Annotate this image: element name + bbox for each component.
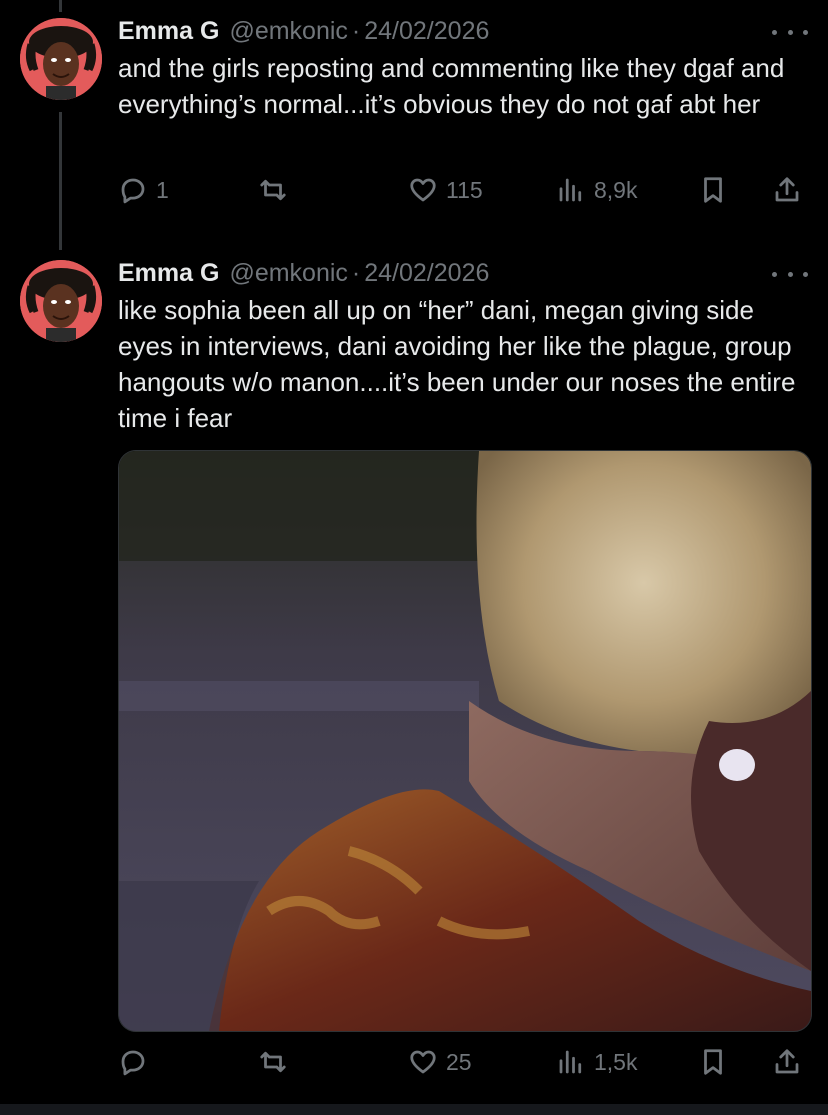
tweet-actions: 25 1,5k: [118, 1042, 808, 1082]
bookmark-button[interactable]: [698, 170, 728, 210]
repost-button[interactable]: [258, 1042, 296, 1082]
reply-count: 1: [156, 176, 169, 203]
avatar[interactable]: [20, 18, 102, 100]
tweet-header: Emma G @emkonic · 24/02/2026: [118, 256, 808, 290]
like-icon: [410, 1050, 436, 1074]
bookmark-icon: [704, 177, 722, 203]
thread-connector-top: [59, 0, 62, 12]
share-icon: [775, 177, 799, 202]
divider: [0, 1104, 828, 1115]
separator: ·: [351, 258, 361, 287]
views-count: 1,5k: [594, 1048, 638, 1075]
views-button[interactable]: 1,5k: [556, 1042, 637, 1082]
tweet-content: Emma G @emkonic · 24/02/2026 like sophia…: [118, 256, 812, 1076]
reply-icon: [121, 178, 145, 204]
tweet-header: Emma G @emkonic · 24/02/2026: [118, 14, 808, 48]
like-button[interactable]: 25: [408, 1042, 472, 1082]
share-button[interactable]: [772, 170, 802, 210]
views-icon: [559, 1050, 582, 1074]
repost-icon: [260, 1051, 286, 1073]
tweet[interactable]: Emma G @emkonic · 24/02/2026 like sophia…: [0, 256, 828, 1096]
tweet-date[interactable]: 24/02/2026: [364, 17, 489, 46]
like-count: 115: [446, 176, 483, 203]
tweet-text: and the girls reposting and commenting l…: [118, 53, 785, 119]
tweet-media-image[interactable]: [118, 450, 812, 1032]
author-handle[interactable]: @emkonic: [229, 259, 347, 288]
separator: ·: [351, 16, 361, 45]
like-count: 25: [446, 1048, 472, 1075]
repost-icon: [260, 179, 286, 201]
reply-button[interactable]: [118, 1042, 156, 1082]
tweet-content: Emma G @emkonic · 24/02/2026 and the gir…: [118, 14, 808, 204]
tweet-date[interactable]: 24/02/2026: [364, 259, 489, 288]
author-handle[interactable]: @emkonic: [229, 17, 347, 46]
share-button[interactable]: [772, 1042, 802, 1082]
author-name[interactable]: Emma G: [118, 17, 219, 46]
reply-icon: [121, 1050, 145, 1076]
reply-button[interactable]: 1: [118, 170, 169, 210]
views-button[interactable]: 8,9k: [556, 170, 637, 210]
avatar[interactable]: [20, 260, 102, 342]
more-icon[interactable]: [772, 22, 808, 42]
tweet-text: like sophia been all up on “her” dani, m…: [118, 295, 796, 433]
bookmark-button[interactable]: [698, 1042, 728, 1082]
repost-button[interactable]: [258, 170, 296, 210]
like-button[interactable]: 115: [408, 170, 483, 210]
tweet-actions: 1 115 8,9k: [118, 170, 808, 210]
more-icon[interactable]: [772, 264, 808, 284]
avatar-image: [20, 260, 102, 342]
like-icon: [410, 178, 436, 202]
avatar-image: [20, 18, 102, 100]
tweet[interactable]: Emma G @emkonic · 24/02/2026 and the gir…: [0, 14, 828, 234]
share-icon: [775, 1049, 799, 1074]
author-name[interactable]: Emma G: [118, 259, 219, 288]
media-photo: [119, 451, 811, 1031]
bookmark-icon: [704, 1049, 722, 1075]
views-count: 8,9k: [594, 176, 638, 203]
views-icon: [559, 178, 582, 202]
